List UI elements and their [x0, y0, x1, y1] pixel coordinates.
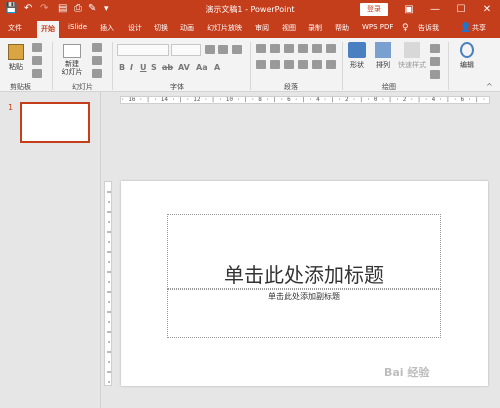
editing-label: 编辑: [460, 61, 474, 69]
arrange-icon: [375, 42, 391, 58]
text-direction-icon[interactable]: [326, 44, 336, 53]
line-spacing-icon[interactable]: [312, 44, 322, 53]
share-icon[interactable]: 👤: [460, 23, 471, 33]
tab-design[interactable]: 设计: [128, 23, 142, 33]
watermark-logo: Bai 经验: [384, 366, 430, 379]
font-name-combo[interactable]: [117, 44, 169, 56]
align-right-icon[interactable]: [284, 60, 294, 69]
login-button[interactable]: 登录: [360, 3, 388, 16]
paste-button[interactable]: 粘贴: [6, 44, 26, 72]
shape-outline-icon[interactable]: [430, 57, 440, 66]
reset-icon[interactable]: [92, 56, 102, 65]
ribbon: 粘贴 剪贴板 新建 幻灯片 幻灯片 B I U S ab AV Aa A 字体 …: [0, 38, 500, 92]
slide-thumbnail[interactable]: [20, 102, 90, 143]
italic-icon[interactable]: I: [130, 63, 133, 72]
layout-icon[interactable]: [92, 43, 102, 52]
section-icon[interactable]: [92, 69, 102, 78]
grow-font-icon[interactable]: [205, 45, 215, 54]
align-center-icon[interactable]: [270, 60, 280, 69]
smartart-icon[interactable]: [326, 60, 336, 69]
group-label-slides: 幻灯片: [72, 83, 93, 91]
tab-insert[interactable]: 插入: [100, 23, 114, 33]
shape-fill-icon[interactable]: [430, 44, 440, 53]
vertical-ruler-ticks: [107, 191, 111, 383]
strikethrough-icon[interactable]: ab: [162, 63, 173, 72]
tab-wps-pdf[interactable]: WPS PDF: [362, 23, 393, 31]
tab-review[interactable]: 审阅: [255, 23, 269, 33]
tab-record[interactable]: 录制: [308, 23, 322, 33]
ribbon-tabs: 文件 开始 iSlide 插入 设计 切换 动画 幻灯片放映 审阅 视图 录制 …: [0, 19, 500, 40]
format-painter-icon[interactable]: [32, 69, 42, 78]
share-button[interactable]: 共享: [472, 23, 486, 33]
increase-indent-icon[interactable]: [298, 44, 308, 53]
clear-format-icon[interactable]: [232, 45, 242, 54]
shadow-icon[interactable]: S: [151, 63, 157, 72]
justify-icon[interactable]: [298, 60, 308, 69]
arrange-label: 排列: [376, 61, 390, 69]
shapes-icon: [348, 42, 366, 58]
quick-styles-button[interactable]: 快速样式: [396, 42, 428, 70]
lightbulb-icon: ♀: [402, 23, 409, 33]
bullets-icon[interactable]: [256, 44, 266, 53]
vertical-ruler: [104, 181, 112, 386]
new-slide-button[interactable]: 新建 幻灯片: [58, 44, 86, 76]
tab-islide[interactable]: iSlide: [68, 23, 87, 31]
tell-me-input[interactable]: 告诉我: [418, 23, 439, 33]
align-left-icon[interactable]: [256, 60, 266, 69]
group-divider: [448, 42, 449, 90]
new-slide-icon: [63, 44, 81, 58]
font-size-combo[interactable]: [171, 44, 201, 56]
minimize-button[interactable]: —: [422, 0, 448, 19]
tab-animations[interactable]: 动画: [180, 23, 194, 33]
subtitle-placeholder-text: 单击此处添加副标题: [268, 292, 340, 301]
subtitle-placeholder[interactable]: 单击此处添加副标题: [167, 289, 441, 338]
underline-icon[interactable]: U: [140, 63, 147, 72]
group-label-clipboard: 剪贴板: [10, 83, 31, 91]
maximize-button[interactable]: ☐: [448, 0, 474, 19]
find-icon: [460, 42, 474, 58]
shapes-button[interactable]: 形状: [346, 42, 368, 70]
new-slide-label: 新建 幻灯片: [61, 60, 83, 76]
arrange-button[interactable]: 排列: [372, 42, 394, 70]
columns-icon[interactable]: [312, 60, 322, 69]
shape-effects-icon[interactable]: [430, 70, 440, 79]
quick-styles-label: 快速样式: [398, 61, 426, 69]
tab-slideshow[interactable]: 幻灯片放映: [207, 23, 242, 33]
group-divider: [342, 42, 343, 90]
tab-file[interactable]: 文件: [8, 23, 22, 33]
editing-button[interactable]: 编辑: [456, 42, 478, 70]
group-divider: [52, 42, 53, 90]
decrease-indent-icon[interactable]: [284, 44, 294, 53]
font-color-icon[interactable]: A: [214, 63, 220, 72]
slide-number: 1: [8, 103, 14, 112]
shapes-label: 形状: [350, 61, 364, 69]
group-divider: [112, 42, 113, 90]
change-case-icon[interactable]: Aa: [196, 63, 208, 72]
cut-icon[interactable]: [32, 43, 42, 52]
copy-icon[interactable]: [32, 56, 42, 65]
tab-transitions[interactable]: 切换: [154, 23, 168, 33]
tab-help[interactable]: 帮助: [335, 23, 349, 33]
group-divider: [250, 42, 251, 90]
title-placeholder-text: 单击此处添加标题: [224, 263, 384, 287]
char-spacing-icon[interactable]: AV: [178, 63, 190, 72]
paste-icon: [8, 44, 24, 60]
title-placeholder[interactable]: 单击此处添加标题: [167, 214, 441, 289]
group-label-font: 字体: [170, 83, 184, 91]
numbering-icon[interactable]: [270, 44, 280, 53]
group-label-paragraph: 段落: [284, 83, 298, 91]
tab-view[interactable]: 视图: [282, 23, 296, 33]
bold-icon[interactable]: B: [119, 63, 125, 72]
horizontal-ruler: · 16 · | · 14 · | · 12 · | · 10 · | · 8 …: [120, 96, 490, 104]
quick-styles-icon: [404, 42, 420, 58]
shrink-font-icon[interactable]: [218, 45, 228, 54]
paste-label: 粘贴: [9, 63, 23, 71]
collapse-ribbon-icon[interactable]: ^: [486, 82, 493, 91]
ribbon-display-icon[interactable]: ▣: [396, 0, 422, 19]
title-bar: 💾 ↶ ↷ ▤ ⎙ ✎ ▾ 演示文稿1 - PowerPoint 登录 ▣ — …: [0, 0, 500, 19]
group-label-drawing: 绘图: [382, 83, 396, 91]
close-button[interactable]: ✕: [474, 0, 500, 19]
